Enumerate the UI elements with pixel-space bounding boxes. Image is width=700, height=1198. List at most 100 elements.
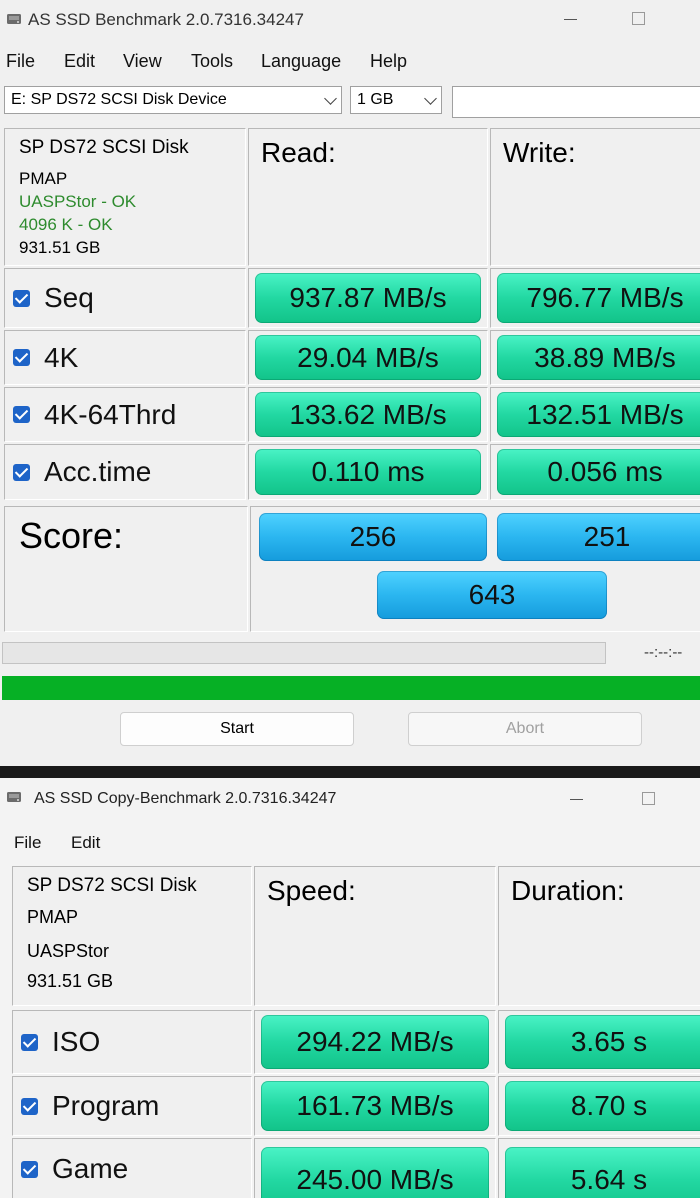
menu-edit[interactable]: Edit [71, 833, 100, 853]
seq-write-value: 796.77 MB/s [497, 273, 700, 323]
row-label: 4K-64Thrd [44, 398, 177, 430]
row-4k-read: 29.04 MB/s [248, 330, 488, 385]
row-game-label: Game [12, 1138, 252, 1198]
row-label: Game [52, 1153, 129, 1184]
maximize-icon[interactable] [632, 12, 645, 25]
drive-info-panel: SP DS72 SCSI Disk PMAP UASPStor - OK 409… [4, 128, 246, 266]
disk-icon [7, 14, 21, 24]
seq-read-value: 937.87 MB/s [255, 273, 481, 323]
menu-help[interactable]: Help [370, 51, 407, 72]
driver-status: UASPStor [27, 941, 110, 961]
row-acctime-label: Acc.time [4, 444, 246, 500]
row-acctime-read: 0.110 ms [248, 444, 488, 500]
dropdown-arrow-icon [424, 92, 437, 105]
drive-select-value: E: SP DS72 SCSI Disk Device [11, 91, 227, 108]
checkbox-icon[interactable] [21, 1097, 38, 1115]
row-program-speed: 161.73 MB/s [254, 1076, 496, 1136]
program-speed-value: 161.73 MB/s [261, 1081, 489, 1131]
game-duration-value: 5.64 s [505, 1147, 700, 1198]
menu-file[interactable]: File [6, 51, 35, 72]
row-label: ISO [52, 1026, 101, 1057]
row-4k64-read: 133.62 MB/s [248, 387, 488, 442]
disk-icon [7, 792, 21, 802]
score-label: Score: [19, 515, 124, 556]
row-4k-write: 38.89 MB/s [490, 330, 700, 385]
row-program-label: Program [12, 1076, 252, 1136]
total-progress-bar [2, 676, 700, 700]
drive-capacity: 931.51 GB [19, 238, 101, 257]
write-label: Write: [503, 137, 576, 168]
speed-header: Speed: [254, 866, 496, 1006]
menu-file[interactable]: File [14, 833, 41, 853]
row-acctime-write: 0.056 ms [490, 444, 700, 500]
row-label: 4K [44, 341, 79, 373]
row-program-duration: 8.70 s [498, 1076, 700, 1136]
speed-label: Speed: [267, 875, 356, 906]
checkbox-icon[interactable] [13, 406, 30, 423]
game-speed-value: 245.00 MB/s [261, 1147, 489, 1198]
driver-status: UASPStor - OK [19, 192, 137, 211]
status-textbox[interactable] [452, 86, 700, 118]
read-label: Read: [261, 137, 336, 168]
menu-language[interactable]: Language [261, 51, 341, 72]
start-button[interactable]: Start [120, 712, 354, 746]
iso-speed-value: 294.22 MB/s [261, 1015, 489, 1069]
abort-button[interactable]: Abort [408, 712, 642, 746]
4k-read-value: 29.04 MB/s [255, 335, 481, 380]
maximize-icon[interactable] [642, 792, 655, 805]
score-write: 251 [497, 513, 700, 561]
write-header: Write: [490, 128, 700, 266]
duration-label: Duration: [511, 875, 625, 906]
row-4k64-label: 4K-64Thrd [4, 387, 246, 442]
checkbox-icon[interactable] [13, 463, 30, 481]
4k64-read-value: 133.62 MB/s [255, 392, 481, 437]
drive-select[interactable]: E: SP DS72 SCSI Disk Device [4, 86, 342, 114]
copy-benchmark-window: AS SSD Copy-Benchmark 2.0.7316.34247 Fil… [0, 778, 700, 1198]
checkbox-icon[interactable] [21, 1033, 38, 1051]
row-iso-speed: 294.22 MB/s [254, 1010, 496, 1074]
drive-info-panel: SP DS72 SCSI Disk PMAP UASPStor 931.51 G… [12, 866, 252, 1006]
dropdown-arrow-icon [324, 92, 337, 105]
size-select[interactable]: 1 GB [350, 86, 442, 114]
checkbox-icon[interactable] [21, 1160, 38, 1178]
test-progress-bar [2, 642, 606, 664]
minimize-icon[interactable] [568, 788, 586, 808]
row-iso-label: ISO [12, 1010, 252, 1074]
menu-edit[interactable]: Edit [64, 51, 95, 72]
checkbox-icon[interactable] [13, 349, 30, 366]
row-4k-label: 4K [4, 330, 246, 385]
drive-name: SP DS72 SCSI Disk [27, 875, 197, 896]
drive-firmware: PMAP [19, 169, 68, 188]
row-label: Seq [44, 282, 94, 313]
elapsed-timer: --:--:-- [644, 644, 683, 661]
score-values-panel: 256 251 643 [250, 506, 700, 632]
title-bar: AS SSD Benchmark 2.0.7316.34247 [0, 0, 700, 40]
size-select-value: 1 GB [357, 91, 394, 108]
window-title: AS SSD Benchmark 2.0.7316.34247 [28, 10, 304, 29]
menu-bar: File Edit View Tools Language Help [0, 46, 700, 76]
iso-duration-value: 3.65 s [505, 1015, 700, 1069]
acctime-read-value: 0.110 ms [255, 449, 481, 495]
4k64-write-value: 132.51 MB/s [497, 392, 700, 437]
read-header: Read: [248, 128, 488, 266]
duration-header: Duration: [498, 866, 700, 1006]
drive-firmware: PMAP [27, 907, 79, 927]
4k-write-value: 38.89 MB/s [497, 335, 700, 380]
row-label: Program [52, 1090, 160, 1121]
row-iso-duration: 3.65 s [498, 1010, 700, 1074]
row-4k64-write: 132.51 MB/s [490, 387, 700, 442]
row-label: Acc.time [44, 456, 152, 487]
checkbox-icon[interactable] [13, 289, 30, 307]
benchmark-window: AS SSD Benchmark 2.0.7316.34247 File Edi… [0, 0, 700, 766]
menu-view[interactable]: View [123, 51, 162, 72]
menu-tools[interactable]: Tools [191, 51, 233, 72]
title-bar: AS SSD Copy-Benchmark 2.0.7316.34247 [0, 778, 700, 818]
row-seq-write: 796.77 MB/s [490, 268, 700, 328]
score-label-panel: Score: [4, 506, 248, 632]
row-seq-label: Seq [4, 268, 246, 328]
row-game-duration: 5.64 s [498, 1138, 700, 1198]
menu-bar: File Edit [0, 828, 700, 858]
minimize-icon[interactable] [562, 8, 580, 28]
alignment-status: 4096 K - OK [19, 215, 113, 234]
row-seq-read: 937.87 MB/s [248, 268, 488, 328]
